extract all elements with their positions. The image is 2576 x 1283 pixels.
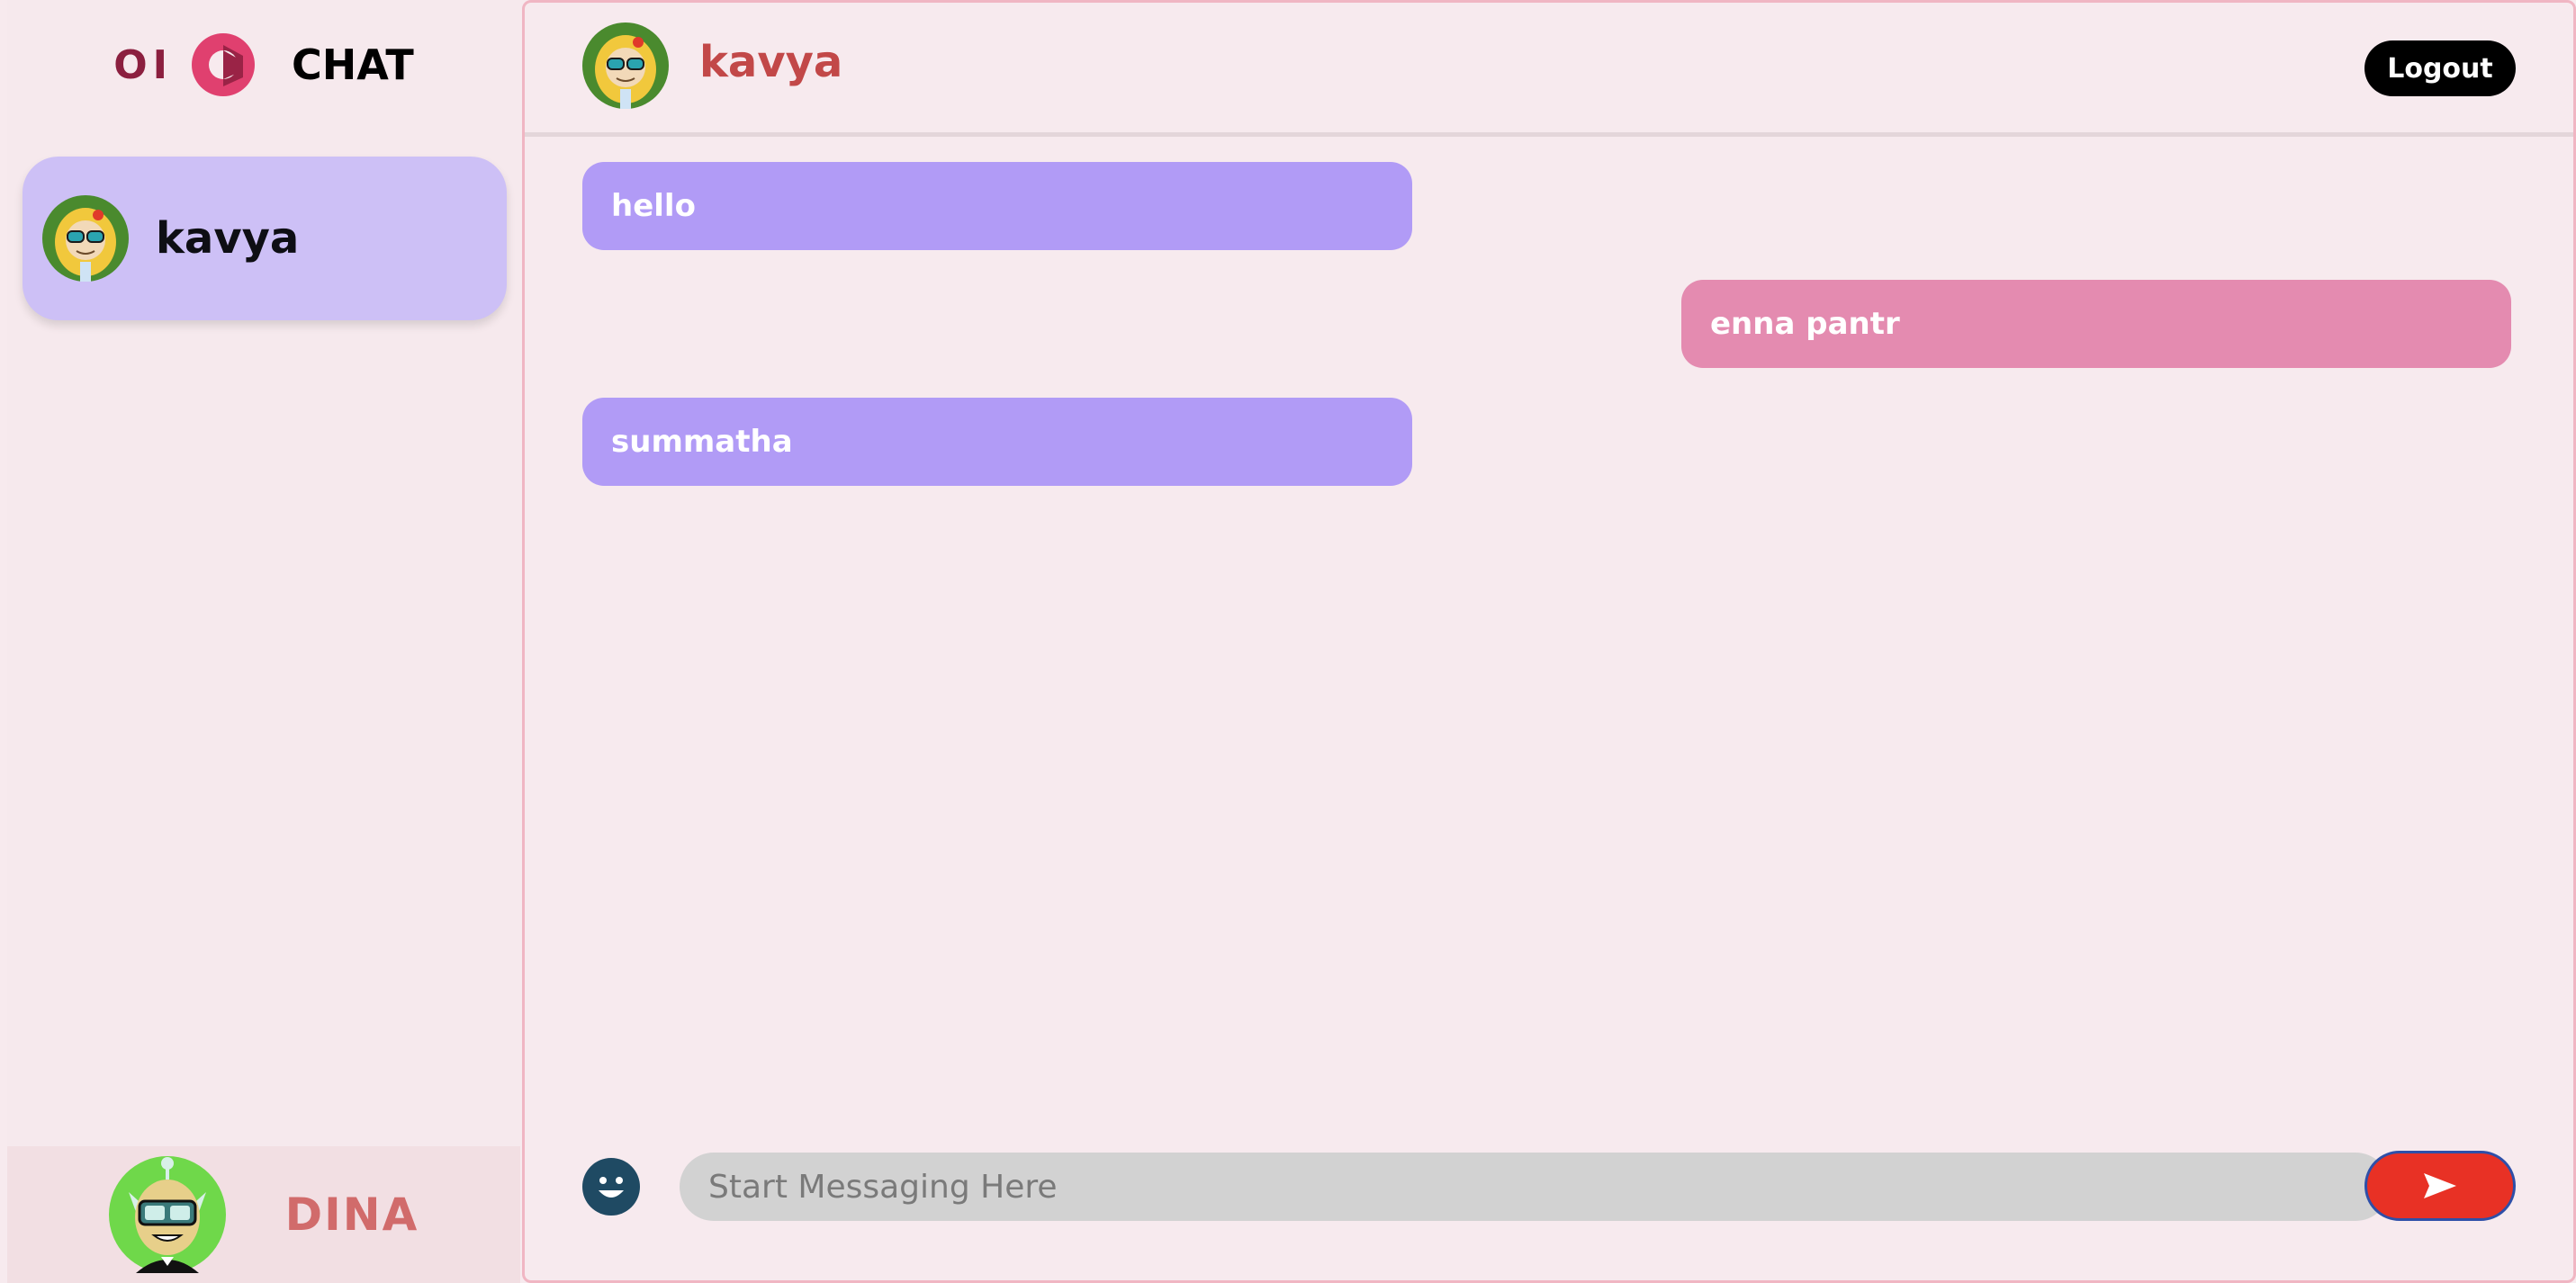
sidebar: OI CHAT kavya DINA — [7, 0, 520, 1283]
contact-name: kavya — [156, 213, 300, 264]
message-input[interactable] — [680, 1153, 2390, 1221]
chat-logo-icon — [192, 33, 256, 96]
chat-header: kavya Logout — [525, 3, 2573, 137]
contact-item-kavya[interactable]: kavya — [23, 157, 507, 320]
message-outgoing: enna pantr — [1681, 280, 2511, 368]
chat-panel: kavya Logout hello enna pantr summatha — [522, 0, 2576, 1283]
message-incoming: hello — [582, 162, 1412, 250]
avatar-girl-icon — [42, 195, 129, 282]
message-incoming: summatha — [582, 398, 1412, 486]
send-button[interactable] — [2364, 1151, 2516, 1221]
message-list: hello enna pantr summatha — [525, 138, 2573, 1109]
send-icon — [2424, 1173, 2456, 1198]
current-user-name: DINA — [284, 1189, 419, 1241]
current-user-bar: DINA — [7, 1146, 520, 1283]
brand: OI CHAT — [7, 27, 520, 103]
logout-button[interactable]: Logout — [2364, 40, 2516, 96]
avatar-girl-icon — [582, 22, 669, 109]
emoji-icon[interactable] — [582, 1158, 640, 1216]
chat-contact-name: kavya — [699, 37, 843, 87]
avatar-alien-icon[interactable] — [108, 1156, 226, 1273]
brand-name: CHAT — [292, 40, 414, 89]
message-composer — [525, 1147, 2573, 1228]
brand-prefix: OI — [113, 41, 174, 88]
